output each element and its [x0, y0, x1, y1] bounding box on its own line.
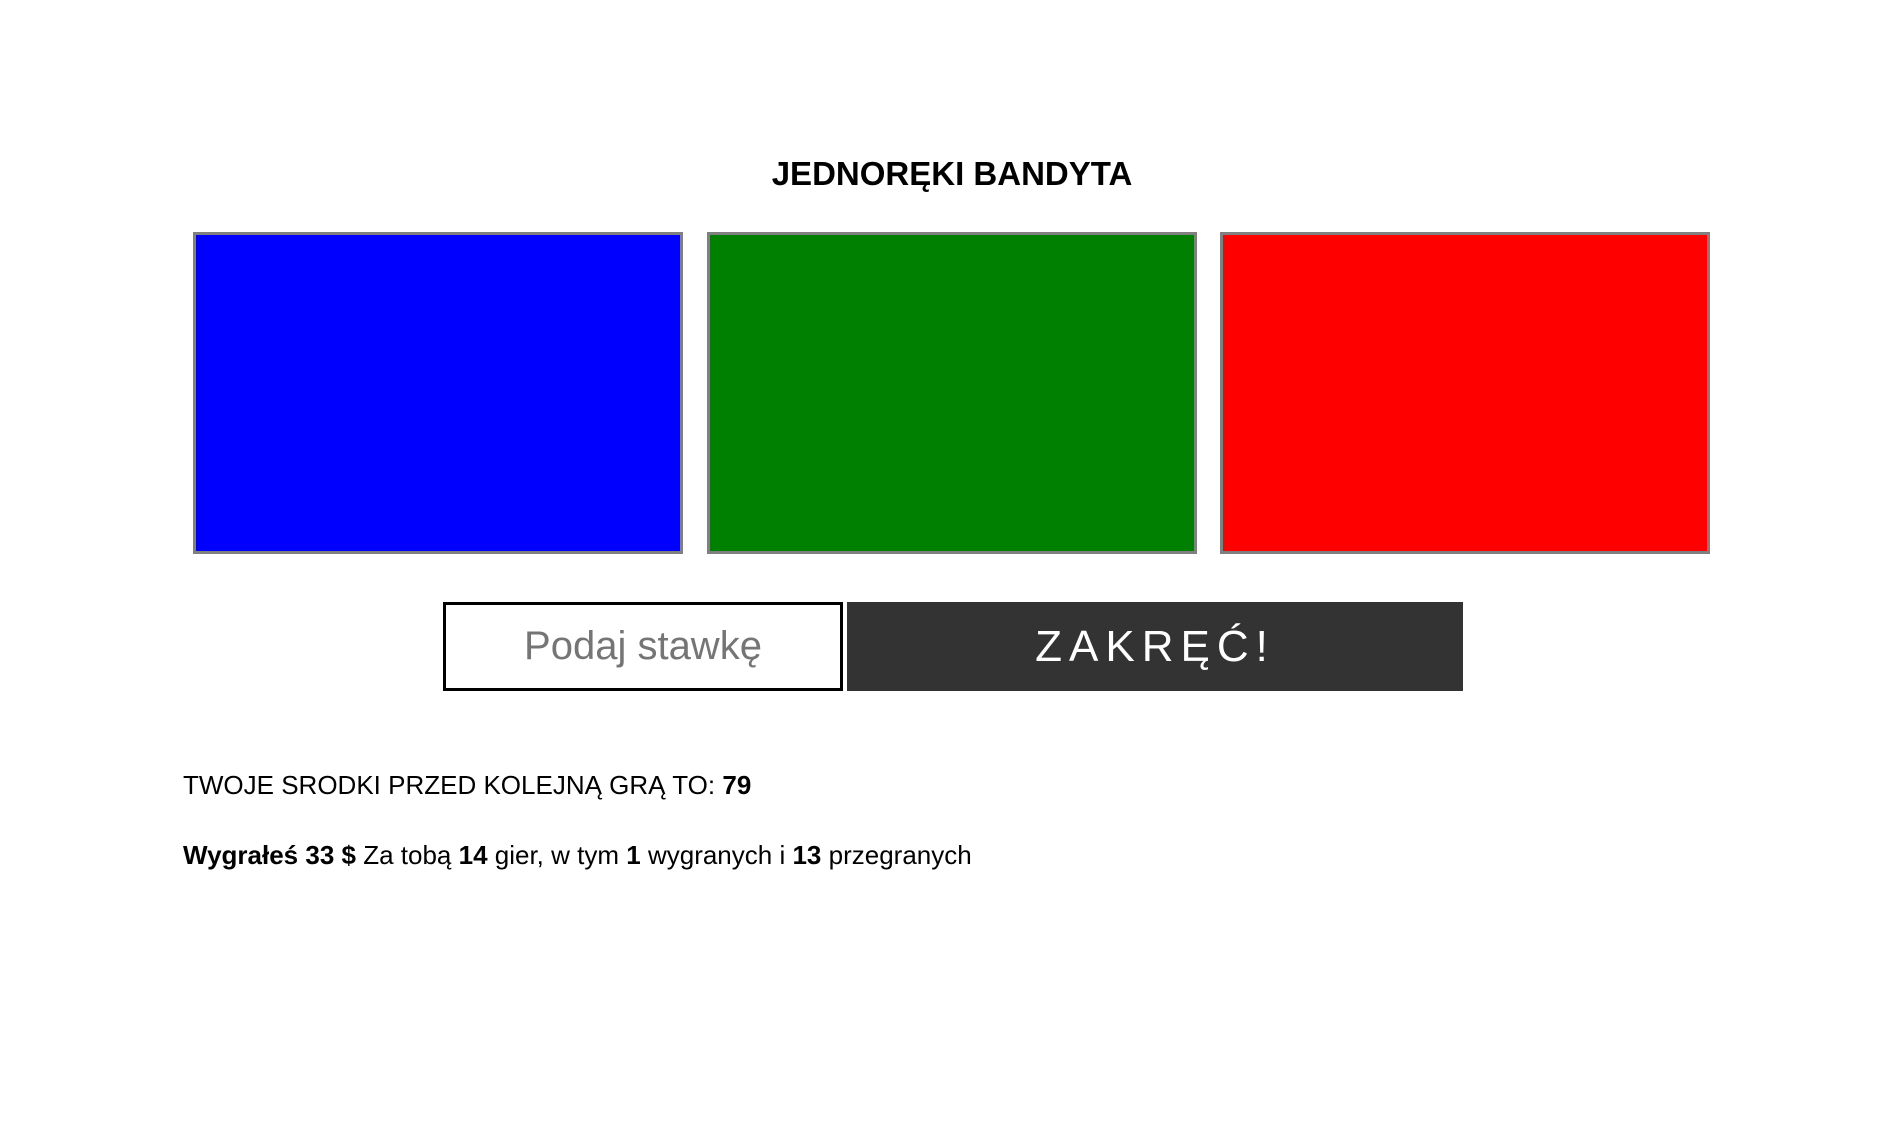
funds-value: 79 [722, 770, 752, 800]
wins-count: 1 [626, 840, 641, 870]
reel-3 [1220, 232, 1710, 554]
page-title: JEDNORĘKI BANDYTA [771, 155, 1133, 192]
losses-suffix: przegranych [828, 840, 972, 870]
losses-count: 13 [792, 840, 822, 870]
bet-input[interactable] [443, 602, 843, 691]
spin-button[interactable]: ZAKRĘĆ! [847, 602, 1463, 691]
games-middle: gier, w tym [494, 840, 620, 870]
funds-line: TWOJE SRODKI PRZED KOLEJNĄ GRĄ TO: 79 [183, 768, 751, 802]
result-text: Wygrałeś 33 $ [183, 840, 356, 870]
reel-2 [707, 232, 1197, 554]
games-count: 14 [458, 840, 488, 870]
games-prefix: Za tobą [363, 840, 452, 870]
reel-1 [193, 232, 683, 554]
stats-line: Wygrałeś 33 $ Za tobą 14 gier, w tym 1 w… [183, 838, 972, 872]
wins-middle: wygranych i [647, 840, 786, 870]
slot-machine-page: JEDNORĘKI BANDYTA ZAKRĘĆ! TWOJE SRODKI P… [0, 0, 1898, 1144]
funds-label: TWOJE SRODKI PRZED KOLEJNĄ GRĄ TO: [183, 770, 716, 800]
